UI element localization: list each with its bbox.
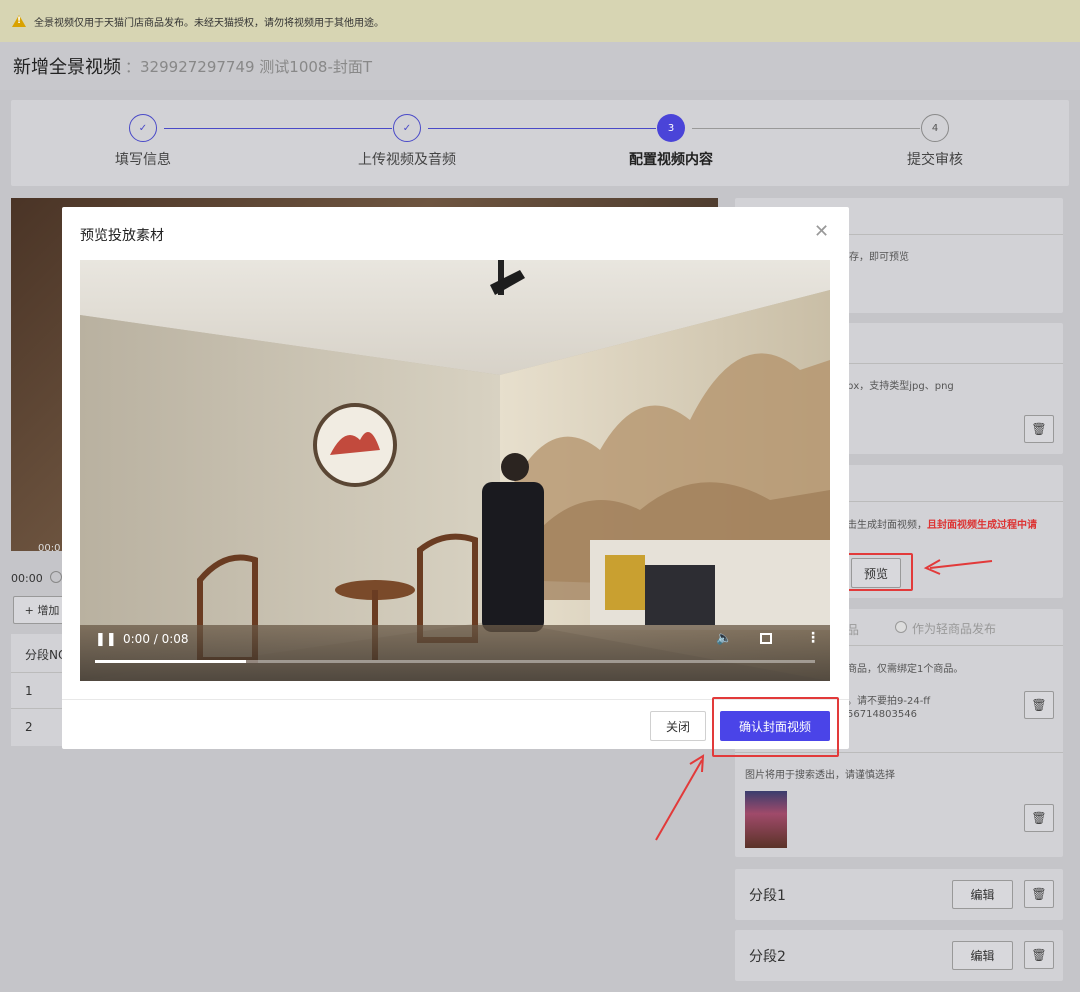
title-bar: 新增全景视频 ： 329927297749 测试1008-封面T — [0, 42, 1080, 90]
delete-segment-2-button[interactable]: 🗑 — [1024, 941, 1054, 969]
banner-text: 全景视频仅用于天猫门店商品发布。未经天猫授权，请勿将视频用于其他用途。 — [34, 17, 384, 29]
trash-icon: 🗑 — [1031, 948, 1047, 962]
step-line-3 — [692, 128, 920, 129]
step-3-label: 配置视频内容 — [629, 152, 713, 168]
page-subtitle: 329927297749 测试1008-封面T — [140, 57, 373, 76]
progress-track[interactable] — [95, 660, 815, 663]
segment-1-row: 分段1 编辑 🗑 — [735, 869, 1063, 920]
video-time: 0:00 / 0:08 — [123, 632, 189, 646]
segment-2-label: 分段2 — [749, 949, 786, 965]
segment-1-label: 分段1 — [749, 888, 786, 904]
title-separator: ： — [125, 57, 141, 76]
delete-segment-1-button[interactable]: 🗑 — [1024, 880, 1054, 908]
pause-icon[interactable]: ❚❚ — [95, 632, 117, 647]
radio-light-product[interactable] — [895, 621, 907, 633]
product-name: 。请不要拍9-24-ff — [847, 696, 931, 707]
table-row: 1 — [25, 684, 33, 698]
warning-icon — [12, 15, 26, 27]
preview-modal: 预览投放素材 ✕ ❚❚ 0:00 / 0:08 🔈 ⋮ 关闭 确认封面视频 — [62, 207, 849, 757]
delete-product-button[interactable]: 🗑 — [1024, 691, 1054, 719]
edit-segment-2-button[interactable]: 编辑 — [952, 941, 1013, 970]
segment-2-row: 分段2 编辑 🗑 — [735, 930, 1063, 981]
table-row: 2 — [25, 720, 33, 734]
step-2-check-icon: ✓ — [393, 114, 421, 142]
delete-cover-button[interactable]: 🗑 — [1024, 415, 1054, 443]
step-4-circle: 4 — [921, 114, 949, 142]
volume-icon[interactable]: 🔈 — [716, 631, 732, 646]
left-video-time: 00:0 — [38, 543, 61, 554]
trash-icon: 🗑 — [1031, 422, 1047, 436]
annotation-box-confirm — [712, 697, 839, 757]
search-image-hint: 图片将用于搜索透出，请谨慎选择 — [745, 770, 895, 781]
trash-icon: 🗑 — [1031, 698, 1047, 712]
modal-title: 预览投放素材 — [80, 228, 164, 244]
trash-icon: 🗑 — [1031, 811, 1047, 825]
timeline-time: 00:00 — [11, 572, 43, 585]
fullscreen-icon[interactable] — [760, 633, 772, 644]
warning-banner: 全景视频仅用于天猫门店商品发布。未经天猫授权，请勿将视频用于其他用途。 — [0, 0, 1080, 42]
step-4-label: 提交审核 — [907, 152, 963, 168]
cover-video-warning: 且封面视频生成过程中请 — [927, 520, 1037, 531]
steps-bar: ✓ ✓ 3 4 填写信息 上传视频及音频 配置视频内容 提交审核 — [11, 100, 1069, 186]
step-line-1 — [164, 128, 392, 129]
step-1-label: 填写信息 — [115, 152, 171, 168]
close-icon[interactable]: ✕ — [814, 221, 829, 242]
more-icon[interactable]: ⋮ — [806, 630, 820, 646]
step-line-2 — [428, 128, 656, 129]
step-2-label: 上传视频及音频 — [358, 152, 456, 168]
step-1-check-icon: ✓ — [129, 114, 157, 142]
preview-hint: 存，即可预览 — [849, 252, 909, 263]
preview-video-player[interactable]: ❚❚ 0:00 / 0:08 🔈 ⋮ — [80, 260, 830, 681]
cover-image-hint: px，支持类型jpg、png — [847, 381, 954, 392]
radio-light-product-label: 作为轻商品发布 — [912, 622, 997, 636]
timeline-handle[interactable] — [50, 571, 62, 583]
product-id: 56714803546 — [847, 709, 917, 720]
edit-segment-1-button[interactable]: 编辑 — [952, 880, 1013, 909]
delete-image-button[interactable]: 🗑 — [1024, 804, 1054, 832]
search-image-thumbnail[interactable] — [745, 791, 787, 848]
video-frame — [80, 260, 830, 681]
progress-fill — [95, 660, 247, 663]
cover-video-hint: 击生成封面视频，且封面视频生成过程中请 — [847, 520, 1037, 531]
page-title: 新增全景视频 — [13, 57, 121, 78]
close-button[interactable]: 关闭 — [650, 711, 706, 741]
annotation-box-preview — [847, 553, 913, 591]
annotation-arrow-confirm — [655, 754, 705, 841]
step-3-circle: 3 — [657, 114, 685, 142]
annotation-arrow-preview — [923, 559, 993, 575]
product-hint: 商品，仅需绑定1个商品。 — [847, 664, 964, 675]
trash-icon: 🗑 — [1031, 887, 1047, 901]
